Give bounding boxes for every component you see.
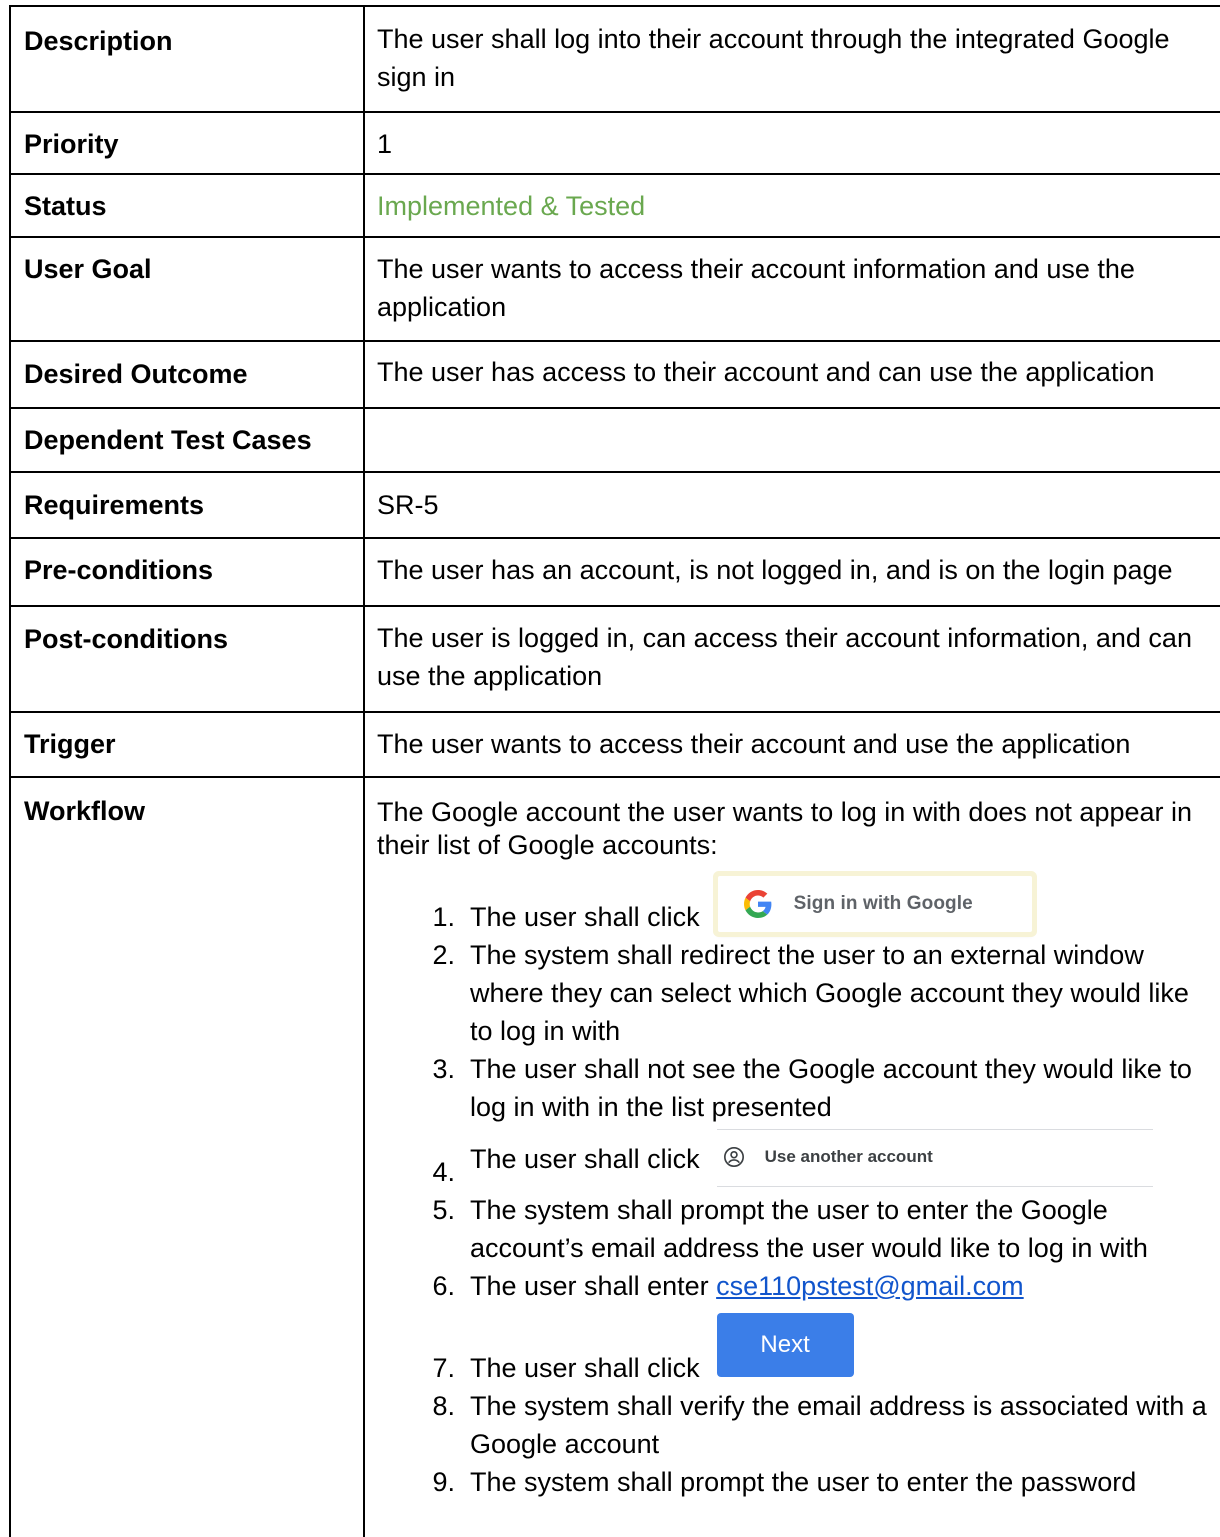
next-button[interactable]: Next: [716, 1313, 854, 1377]
google-g-icon: [743, 890, 771, 918]
step-text-label: The user shall click: [470, 1144, 700, 1174]
row-value: Implemented & Tested: [363, 173, 1220, 238]
workflow-cell: The Google account the user wants to log…: [363, 776, 1220, 1537]
row-label: Requirements: [9, 471, 365, 539]
step-number: 6.: [432, 1271, 455, 1301]
list-item: 1. The user shall click Sign in with Goo…: [377, 876, 1217, 936]
row-value: SR-5: [363, 471, 1220, 539]
row-label: Pre-conditions: [9, 537, 365, 607]
row-label: Status: [9, 173, 365, 238]
sign-in-with-google-button[interactable]: Sign in with Google: [717, 876, 1032, 932]
row-label: Workflow: [9, 776, 365, 1537]
row-value: The user wants to access their account i…: [363, 236, 1220, 342]
list-item: 8. The system shall verify the email add…: [377, 1387, 1217, 1463]
step-text: The user shall enter cse110pstest@gmail.…: [470, 1267, 1217, 1305]
step-number: 3.: [432, 1054, 455, 1084]
use-case-table: Description The user shall log into thei…: [9, 5, 1220, 1537]
use-another-account-label: Use another account: [764, 1147, 933, 1166]
list-item: 9. The system shall prompt the user to e…: [377, 1463, 1217, 1501]
table-row: Description The user shall log into thei…: [9, 5, 1220, 113]
step-number: 2.: [432, 940, 455, 970]
table-row: Workflow The Google account the user wan…: [9, 776, 1220, 1537]
step-text-label: The user shall enter: [470, 1271, 717, 1301]
row-label: Priority: [9, 111, 365, 175]
row-label: Trigger: [9, 711, 365, 778]
status-badge: Implemented & Tested: [377, 191, 646, 221]
step-number: 1.: [432, 902, 455, 932]
row-label: Description: [9, 5, 365, 113]
step-text: The user shall click Sign in with Google: [470, 876, 1217, 936]
step-text-label: The user shall click: [470, 1353, 700, 1383]
account-circle-icon: [723, 1147, 744, 1167]
table-row: Trigger The user wants to access their a…: [9, 711, 1220, 778]
list-item: 7. The user shall click Next: [377, 1313, 1217, 1387]
step-text: The system shall prompt the user to ente…: [470, 1195, 1148, 1263]
list-item: 2. The system shall redirect the user to…: [377, 936, 1217, 1050]
email-link[interactable]: cse110pstest@gmail.com: [716, 1271, 1024, 1301]
row-label: Post-conditions: [9, 605, 365, 713]
step-number: 4.: [432, 1157, 455, 1187]
table-row: Status Implemented & Tested: [9, 173, 1220, 238]
table-row: Priority 1: [9, 111, 1220, 175]
row-value: [363, 407, 1220, 473]
table-row: Post-conditions The user is logged in, c…: [9, 605, 1220, 713]
step-text: The system shall redirect the user to an…: [470, 940, 1189, 1046]
step-text: The user shall click Next: [470, 1313, 1217, 1387]
list-item: 6. The user shall enter cse110pstest@gma…: [377, 1267, 1217, 1305]
list-item: 5. The system shall prompt the user to e…: [377, 1191, 1217, 1267]
step-number: 9.: [432, 1467, 455, 1497]
row-value: The user wants to access their account a…: [363, 711, 1220, 778]
table-row: User Goal The user wants to access their…: [9, 236, 1220, 342]
step-number: 5.: [432, 1195, 455, 1225]
workflow-intro: The Google account the user wants to log…: [377, 797, 1193, 860]
workflow-steps: 1. The user shall click Sign in with Goo…: [377, 876, 1217, 1501]
table-row: Requirements SR-5: [9, 471, 1220, 539]
table-row: Dependent Test Cases: [9, 407, 1220, 473]
row-label: User Goal: [9, 236, 365, 342]
table-row: Desired Outcome The user has access to t…: [9, 340, 1220, 409]
row-value: The user is logged in, can access their …: [363, 605, 1220, 713]
step-text: The system shall prompt the user to ente…: [470, 1467, 1137, 1497]
google-button-label: Sign in with Google: [793, 893, 973, 914]
step-number: 7.: [432, 1353, 455, 1383]
row-value: The user shall log into their account th…: [363, 5, 1220, 113]
list-item: 3. The user shall not see the Google acc…: [377, 1050, 1217, 1126]
row-label: Desired Outcome: [9, 340, 365, 409]
use-another-account-item[interactable]: Use another account: [716, 1129, 1153, 1187]
row-label: Dependent Test Cases: [9, 407, 365, 473]
row-value: The user has an account, is not logged i…: [363, 537, 1220, 607]
table-row: Pre-conditions The user has an account, …: [9, 537, 1220, 607]
list-item: 4. The user shall click Use another acco…: [377, 1129, 1217, 1191]
row-value: The user has access to their account and…: [363, 340, 1220, 409]
row-value: 1: [363, 111, 1220, 175]
step-text: The system shall verify the email addres…: [470, 1391, 1207, 1459]
step-number: 8.: [432, 1391, 455, 1421]
step-text-label: The user shall click: [470, 902, 700, 932]
step-text: The user shall click Use another account: [470, 1129, 1217, 1191]
step-text: The user shall not see the Google accoun…: [470, 1054, 1192, 1122]
